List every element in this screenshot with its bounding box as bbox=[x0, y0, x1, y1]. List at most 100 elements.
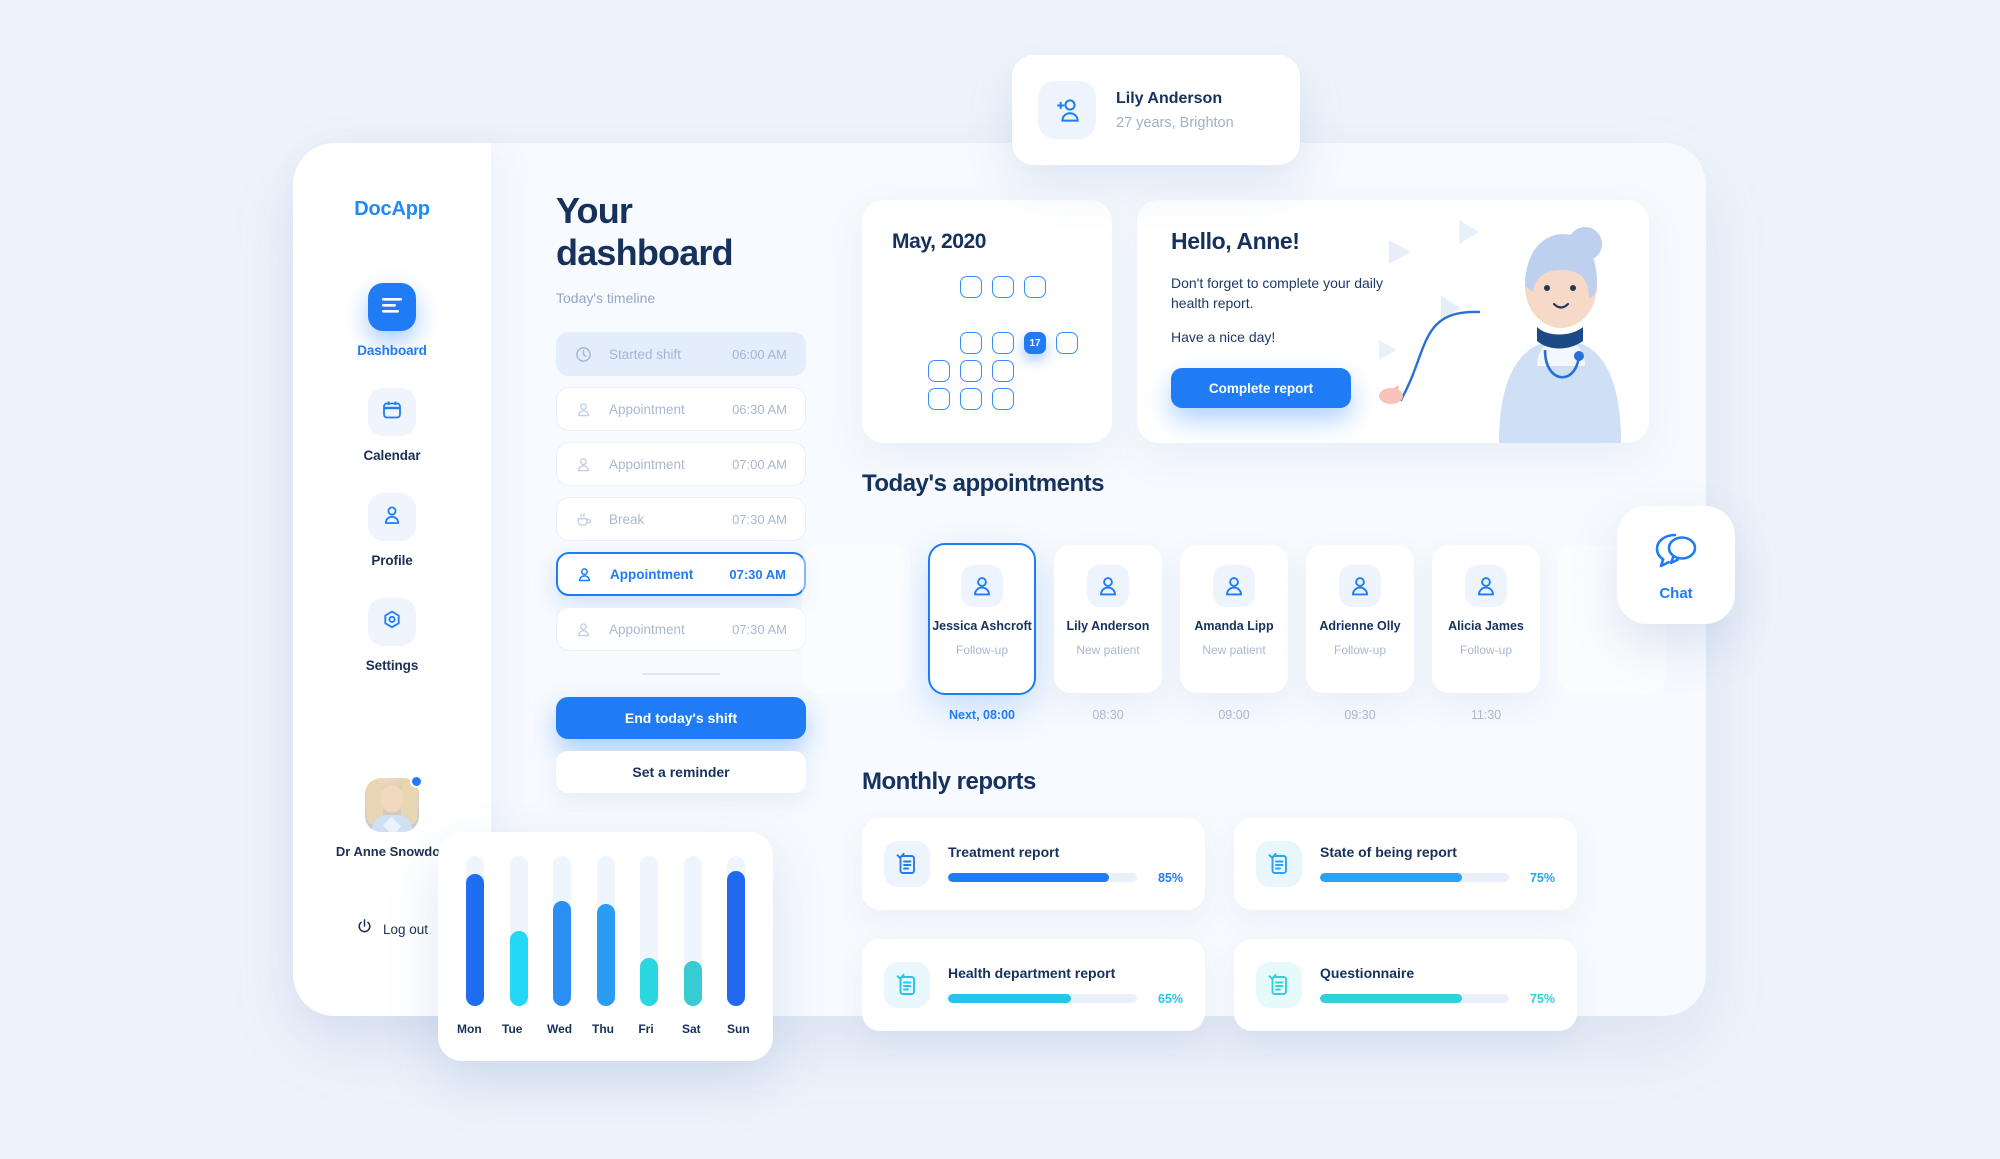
progress-track bbox=[948, 873, 1137, 882]
timeline-time: 06:00 AM bbox=[732, 346, 787, 362]
calendar-day[interactable] bbox=[960, 388, 982, 410]
chart-bar bbox=[640, 856, 658, 1006]
report-card[interactable]: Treatment report 85% bbox=[862, 818, 1205, 910]
timeline-time: 07:30 AM bbox=[729, 566, 786, 582]
chart-label: Fri bbox=[638, 1022, 654, 1036]
calendar-day[interactable] bbox=[1024, 276, 1046, 298]
appointment-card[interactable]: Lily Anderson New patient bbox=[1054, 545, 1162, 693]
progress-track bbox=[948, 994, 1137, 1003]
calendar-day-selected[interactable]: 17 bbox=[1024, 332, 1046, 354]
sidebar-item-profile[interactable]: Profile bbox=[293, 493, 491, 568]
report-body: State of being report 75% bbox=[1320, 844, 1555, 885]
appointment-type: New patient bbox=[1202, 643, 1266, 657]
timeline-row[interactable]: Break 07:30 AM bbox=[556, 497, 806, 541]
timeline-subtitle: Today's timeline bbox=[556, 290, 656, 306]
appointment-card[interactable]: Adrienne Olly Follow-up bbox=[1306, 545, 1414, 693]
sidebar-item-settings[interactable]: Settings bbox=[293, 598, 491, 673]
report-progress-row: 65% bbox=[948, 992, 1183, 1006]
calendar-day[interactable] bbox=[992, 388, 1014, 410]
chart-bar bbox=[509, 856, 528, 1006]
appointment-card[interactable]: Alicia James Follow-up bbox=[1432, 545, 1540, 693]
chart-label: Sun bbox=[727, 1022, 750, 1036]
timeline-row[interactable]: Appointment 06:30 AM bbox=[556, 387, 806, 431]
calendar-day[interactable] bbox=[1056, 332, 1078, 354]
status-badge bbox=[410, 775, 423, 788]
profile-tile bbox=[368, 493, 416, 541]
report-card[interactable]: Health department report 65% bbox=[862, 939, 1205, 1031]
chart-bar bbox=[683, 856, 702, 1006]
complete-report-button[interactable]: Complete report bbox=[1171, 368, 1351, 408]
sidebar-item-calendar[interactable]: Calendar bbox=[293, 388, 491, 463]
report-progress-row: 75% bbox=[1320, 871, 1555, 885]
timeline-row-active[interactable]: Appointment 07:30 AM bbox=[556, 552, 806, 596]
clipboard-check-icon bbox=[884, 841, 930, 887]
brand-logo: DocApp bbox=[354, 198, 430, 220]
appointment-time-partial bbox=[802, 708, 910, 722]
patient-info-chip[interactable]: Lily Anderson 27 years, Brighton bbox=[1012, 55, 1300, 165]
progress-fill bbox=[1320, 994, 1462, 1003]
timeline-row[interactable]: Started shift 06:00 AM bbox=[556, 332, 806, 376]
calendar-day[interactable] bbox=[960, 360, 982, 382]
power-icon bbox=[356, 918, 373, 940]
reports-grid: Treatment report 85% State of being report… bbox=[862, 818, 1577, 1031]
timeline-row[interactable]: Appointment 07:00 AM bbox=[556, 442, 806, 486]
page-title: Your dashboard bbox=[556, 190, 734, 273]
appointment-time: 11:30 bbox=[1470, 708, 1502, 722]
chart-bar-fill bbox=[596, 904, 615, 1006]
patient-name: Lily Anderson bbox=[1066, 619, 1150, 633]
calendar-day[interactable] bbox=[928, 388, 950, 410]
calendar-day[interactable] bbox=[992, 332, 1014, 354]
chart-bar-fill bbox=[727, 871, 745, 1006]
progress-track bbox=[1320, 994, 1509, 1003]
appointments-title: Today's appointments bbox=[862, 470, 1104, 497]
calendar-day[interactable] bbox=[992, 360, 1014, 382]
timeline-row[interactable]: Appointment 07:30 AM bbox=[556, 607, 806, 651]
progress-fill bbox=[948, 994, 1071, 1003]
calendar-grid[interactable]: 17 bbox=[896, 276, 1112, 410]
patient-avatar bbox=[961, 565, 1003, 607]
report-card[interactable]: State of being report 75% bbox=[1234, 818, 1577, 910]
end-shift-button[interactable]: End today's shift bbox=[556, 697, 806, 739]
calendar-day[interactable] bbox=[960, 332, 982, 354]
timeline-label: Started shift bbox=[609, 346, 682, 362]
report-card[interactable]: Questionnaire 75% bbox=[1234, 939, 1577, 1031]
user-icon bbox=[576, 566, 598, 583]
sidebar-item-dashboard[interactable]: Dashboard bbox=[293, 283, 491, 358]
timeline-label: Appointment bbox=[609, 621, 685, 637]
logout-label: Log out bbox=[382, 921, 429, 937]
add-user-icon bbox=[1038, 81, 1096, 139]
clipboard-check-icon bbox=[884, 962, 930, 1008]
patient-avatar bbox=[1213, 565, 1255, 607]
patient-name: Jessica Ashcroft bbox=[932, 619, 1032, 633]
clock-icon bbox=[575, 346, 597, 363]
appointment-card-partial[interactable] bbox=[802, 545, 910, 693]
chart-label: Sat bbox=[682, 1022, 701, 1036]
calendar-day[interactable] bbox=[928, 360, 950, 382]
patient-meta: 27 years, Brighton bbox=[1116, 114, 1234, 131]
chart-label: Mon bbox=[457, 1022, 482, 1036]
appointment-type: Follow-up bbox=[955, 643, 1009, 657]
patient-avatar bbox=[1087, 565, 1129, 607]
patient-name: Lily Anderson bbox=[1116, 89, 1223, 107]
user-icon bbox=[575, 401, 597, 418]
timeline-label: Appointment bbox=[609, 401, 685, 417]
report-name: Health department report bbox=[948, 964, 1116, 981]
divider bbox=[642, 673, 720, 675]
user-name: Dr Anne Snowdon bbox=[335, 844, 449, 859]
calendar-title: May, 2020 bbox=[892, 230, 987, 253]
chat-button[interactable]: Chat bbox=[1617, 506, 1735, 624]
clipboard-check-icon bbox=[1256, 841, 1302, 887]
chart-bar bbox=[727, 856, 745, 1006]
settings-tile bbox=[368, 598, 416, 646]
chart-bar bbox=[553, 856, 571, 1006]
appointment-card[interactable]: Amanda Lipp New patient bbox=[1180, 545, 1288, 693]
calendar-day[interactable] bbox=[992, 276, 1014, 298]
appointments-list: Jessica Ashcroft Follow-up Lily Anderson Ne… bbox=[802, 543, 1666, 725]
appointment-card-selected[interactable]: Jessica Ashcroft Follow-up bbox=[928, 543, 1036, 695]
chart-label: Thu bbox=[592, 1022, 614, 1036]
set-reminder-button[interactable]: Set a reminder bbox=[556, 751, 806, 793]
avatar[interactable] bbox=[365, 775, 423, 832]
sidebar-item-label: Profile bbox=[371, 553, 413, 568]
calendar-day[interactable] bbox=[960, 276, 982, 298]
report-body: Treatment report 85% bbox=[948, 844, 1183, 885]
